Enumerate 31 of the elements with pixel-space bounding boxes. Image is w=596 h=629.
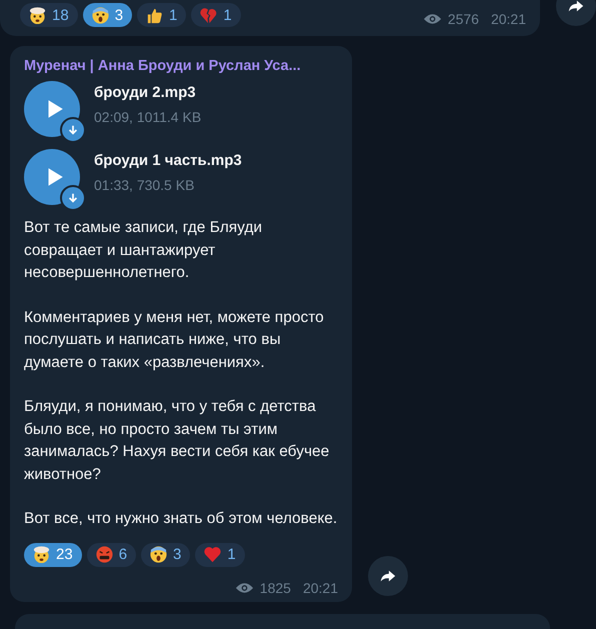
broken-heart-icon [199, 6, 218, 24]
reaction-button[interactable]: 23 [24, 542, 82, 566]
screaming-face-icon [149, 545, 168, 564]
message-time: 20:21 [302, 580, 338, 596]
reaction-button[interactable]: 1 [195, 542, 245, 566]
sender-name: Муренач | Анна Броуди и Руслан Уса... [24, 58, 302, 74]
reaction-button[interactable]: 1 [137, 3, 186, 27]
screaming-face-icon [90, 6, 110, 24]
file-info: 02:09, 1011.4 KB [94, 109, 202, 125]
file-name: броуди 2.mp3 [94, 84, 197, 101]
eye-icon [422, 13, 442, 25]
reaction-button[interactable]: 6 [86, 542, 136, 566]
message-paragraph: Бляуди, я понимаю, что у тебя с детства было все, но просто зачем ты этим занималась? Нахуя вести себя как ебучее животное? [24, 397, 330, 484]
angry-face-icon [94, 545, 114, 564]
view-count: 1825 [260, 580, 291, 596]
heart-icon [203, 545, 222, 564]
reaction-button[interactable]: 1 [191, 3, 241, 27]
message-paragraph: Комментариев у меня нет, можете просто послушать и написать ниже, что вы думаете о таких «развлечениях». [24, 308, 325, 372]
message-time: 20:21 [490, 11, 526, 27]
forward-button[interactable] [368, 556, 408, 596]
message-paragraph: Вот все, что нужно знать об этом человеке. [24, 509, 338, 529]
exploding-head-icon [32, 545, 51, 564]
file-name: броуди 1 часть.mp3 [94, 152, 242, 169]
exploding-head-icon [28, 6, 47, 24]
reaction-button[interactable]: 3 [82, 3, 132, 27]
file-info: 01:33, 730.5 KB [94, 177, 196, 193]
view-count: 2576 [448, 11, 479, 27]
message-paragraph: Вот те самые записи, где Бляуди совращает и шантажирует несовершеннолетнего. [24, 218, 264, 283]
reaction-button[interactable]: 18 [20, 3, 78, 27]
eye-icon [234, 582, 254, 594]
reaction-button[interactable]: 3 [141, 542, 190, 566]
